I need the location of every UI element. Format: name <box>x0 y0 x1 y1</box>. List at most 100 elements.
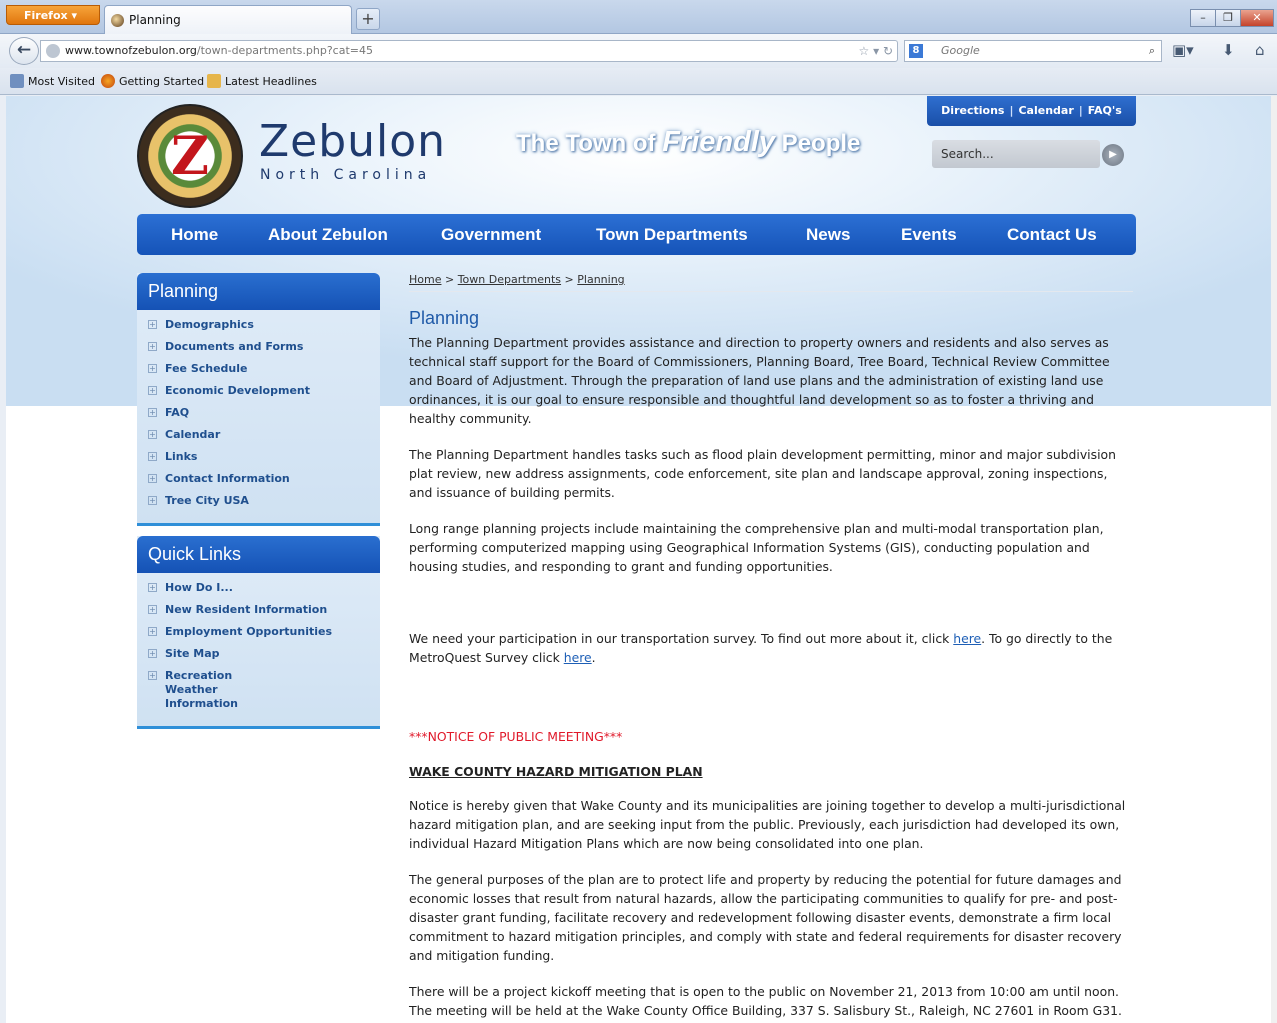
survey-text: . <box>591 650 596 665</box>
bullet-icon: + <box>148 627 157 636</box>
purposes-paragraph: The general purposes of the plan are to … <box>409 871 1122 963</box>
utility-links: Directions | Calendar | FAQ's <box>927 96 1136 126</box>
bullet-icon: + <box>148 474 157 483</box>
bullet-icon: + <box>148 320 157 329</box>
bookmark-star-icon[interactable]: ☆ <box>858 44 869 58</box>
magnifier-icon[interactable]: ⌕ <box>1149 41 1155 61</box>
bookmarks-menu-icon[interactable]: ▣▾ <box>1172 41 1194 59</box>
site-name[interactable]: Zebulon <box>259 120 446 164</box>
sidebar-item-documents-forms[interactable]: + Documents and Forms <box>137 340 380 354</box>
sidebar-item-label: Employment Opportunities <box>165 625 332 638</box>
nav-events[interactable]: Events <box>901 214 957 255</box>
sidebar-item-label: How Do I... <box>165 581 233 594</box>
sidebar-item-label: Site Map <box>165 647 220 660</box>
site-tagline: The Town of Friendly People <box>516 128 860 157</box>
firefox-logo-icon <box>101 74 115 88</box>
kickoff-meeting-paragraph: There will be a project kickoff meeting … <box>409 983 1122 1018</box>
sidebar-item-employment[interactable]: + Employment Opportunities <box>137 625 380 639</box>
services-paragraph: The Planning Department handles tasks su… <box>409 447 1116 500</box>
sidebar-item-recreation-weather[interactable]: + Recreation Weather Information <box>137 669 287 711</box>
home-icon[interactable]: ⌂ <box>1255 41 1265 59</box>
site-identity-icon[interactable] <box>46 44 60 58</box>
sidebar-item-tree-city-usa[interactable]: + Tree City USA <box>137 494 380 508</box>
breadcrumb-town-departments[interactable]: Town Departments <box>458 273 561 286</box>
breadcrumb-home[interactable]: Home <box>409 273 441 286</box>
sidebar-item-links[interactable]: + Links <box>137 450 380 464</box>
notice-paragraph: Notice is hereby given that Wake County … <box>409 797 1126 851</box>
address-bar[interactable]: www.townofzebulon.org/town-departments.p… <box>40 40 898 62</box>
title-bar: Firefox ▾ Planning + – ❐ ✕ <box>0 0 1277 34</box>
sidebar-item-contact-information[interactable]: + Contact Information <box>137 472 380 486</box>
new-tab-button[interactable]: + <box>356 8 380 30</box>
breadcrumb: Home > Town Departments > Planning <box>409 274 1133 292</box>
link-calendar[interactable]: Calendar <box>1018 104 1073 117</box>
sidebar-item-new-resident[interactable]: + New Resident Information <box>137 603 380 617</box>
minimize-icon[interactable]: – <box>1190 9 1216 27</box>
sidebar-item-calendar[interactable]: + Calendar <box>137 428 380 442</box>
bookmark-getting-started[interactable]: Getting Started <box>101 68 204 95</box>
sidebar-item-label: Tree City USA <box>165 494 249 507</box>
google-icon[interactable]: 8 <box>909 44 923 58</box>
firefox-menu-button[interactable]: Firefox ▾ <box>6 5 100 25</box>
sidebar-item-fee-schedule[interactable]: + Fee Schedule <box>137 362 380 376</box>
sidebar-item-faq[interactable]: + FAQ <box>137 406 380 420</box>
nav-home[interactable]: Home <box>171 214 218 255</box>
close-icon[interactable]: ✕ <box>1240 9 1274 27</box>
nav-town-departments[interactable]: Town Departments <box>596 214 748 255</box>
bookmark-most-visited[interactable]: Most Visited <box>10 68 95 95</box>
sidebar-item-site-map[interactable]: + Site Map <box>137 647 380 661</box>
sidebar-item-how-do-i[interactable]: + How Do I... <box>137 581 380 595</box>
search-go-icon[interactable]: ▶ <box>1102 144 1124 166</box>
breadcrumb-planning[interactable]: Planning <box>577 273 624 286</box>
link-directions[interactable]: Directions <box>941 104 1004 117</box>
site-favicon-icon <box>111 14 124 27</box>
site-search-input[interactable]: Search... <box>932 140 1100 168</box>
back-arrow-icon[interactable]: ← <box>9 37 39 65</box>
sidebar-planning: Planning + Demographics + Documents and Fo… <box>137 273 380 526</box>
bullet-icon: + <box>148 583 157 592</box>
bullet-icon: + <box>148 408 157 417</box>
url-actions: ☆ ▾ ↻ <box>858 41 893 61</box>
intro-paragraph: The Planning Department provides assista… <box>409 335 1110 426</box>
sidebar-item-label: Links <box>165 450 198 463</box>
nav-about-zebulon[interactable]: About Zebulon <box>268 214 388 255</box>
sidebar-item-economic-development[interactable]: + Economic Development <box>137 384 380 398</box>
rss-folder-icon <box>207 74 221 88</box>
sidebar-item-label: Calendar <box>165 428 221 441</box>
bullet-icon: + <box>148 342 157 351</box>
hazard-plan-title: WAKE COUNTY HAZARD MITIGATION PLAN <box>409 764 703 780</box>
survey-text: We need your participation in our transp… <box>409 631 954 646</box>
sidebar-planning-title: Planning <box>137 273 380 310</box>
vertical-scrollbar[interactable] <box>1271 96 1277 1023</box>
nav-government[interactable]: Government <box>441 214 541 255</box>
download-arrow-icon[interactable]: ⬇ <box>1222 41 1235 59</box>
most-visited-icon <box>10 74 24 88</box>
separator: | <box>1009 104 1014 117</box>
nav-contact-us[interactable]: Contact Us <box>1007 214 1097 255</box>
link-faqs[interactable]: FAQ's <box>1088 104 1122 117</box>
planning-links: + Demographics + Documents and Forms + Fee … <box>137 310 380 526</box>
town-seal-logo[interactable]: Z <box>137 104 243 208</box>
main-navigation: Home About Zebulon Government Town Depar… <box>137 214 1136 255</box>
metroquest-survey-link[interactable]: here <box>564 650 592 665</box>
tab-planning[interactable]: Planning <box>104 5 352 34</box>
survey-info-link[interactable]: here <box>953 631 981 646</box>
tagline-end: People <box>775 130 861 157</box>
long-range-paragraph: Long range planning projects include mai… <box>409 521 1104 574</box>
bullet-icon: + <box>148 452 157 461</box>
bookmark-label: Getting Started <box>119 75 205 88</box>
bullet-icon: + <box>148 671 157 680</box>
window-controls: – ❐ ✕ <box>1190 6 1274 27</box>
reload-icon[interactable]: ↻ <box>883 44 893 58</box>
sidebar-item-label: New Resident Information <box>165 603 328 616</box>
dropdown-arrow-icon[interactable]: ▾ <box>873 44 879 58</box>
bookmark-label: Most Visited <box>28 75 95 88</box>
restore-icon[interactable]: ❐ <box>1215 9 1241 27</box>
sidebar-item-demographics[interactable]: + Demographics <box>137 318 380 332</box>
tagline-start: The Town of <box>516 130 663 157</box>
tagline-emphasis: Friendly <box>662 126 776 158</box>
bullet-icon: + <box>148 605 157 614</box>
nav-news[interactable]: News <box>806 214 850 255</box>
bookmark-latest-headlines[interactable]: Latest Headlines <box>207 68 317 95</box>
search-engine-box[interactable]: 8 Google ⌕ <box>904 40 1162 62</box>
